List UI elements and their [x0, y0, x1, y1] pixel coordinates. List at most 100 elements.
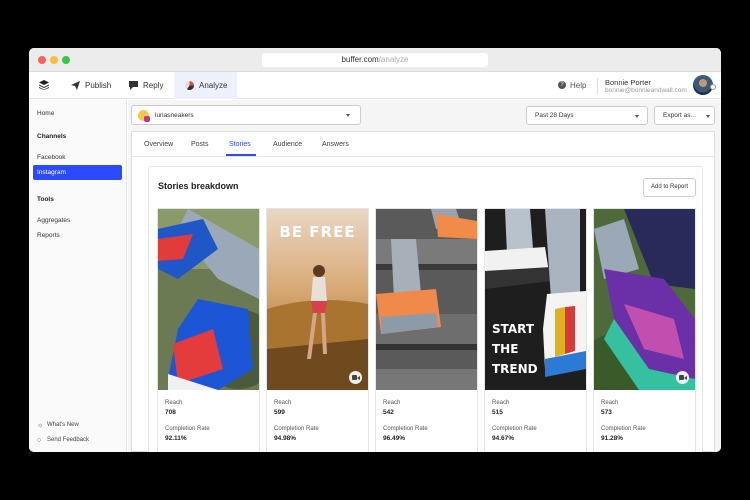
reach-label: Reach: [274, 400, 292, 406]
tab-overview[interactable]: Overview: [144, 141, 173, 148]
sidebar: Home Channels Facebook Instagram Tools A…: [29, 100, 127, 452]
date-range-value: Past 28 Days: [535, 112, 574, 119]
profile-selector[interactable]: lunasneakers: [131, 105, 361, 125]
completion-rate-value: 96.49%: [383, 435, 406, 442]
publish-icon: [71, 81, 80, 90]
story-image[interactable]: START THE TREND: [485, 209, 586, 390]
url-path: /analyze: [378, 55, 409, 64]
close-window-button[interactable]: [38, 56, 46, 64]
story-overlay-text: BE FREE: [279, 223, 356, 241]
sidebar-item-home[interactable]: Home: [37, 110, 54, 117]
reach-value: 542: [383, 409, 394, 416]
reach-label: Reach: [601, 400, 619, 406]
story-card[interactable]: Reach 573 Completion Rate 91.28%: [593, 208, 696, 452]
nav-reply[interactable]: Reply: [129, 72, 163, 99]
analyze-icon: [185, 81, 194, 90]
story-image-colorful-shoe: [594, 209, 695, 390]
chevron-down-icon: [346, 114, 350, 117]
story-card[interactable]: START THE TREND Reach 515 Completion Rat…: [484, 208, 587, 452]
help-link[interactable]: ? Help: [558, 72, 586, 99]
active-tab-indicator: [226, 154, 256, 156]
whats-new-label: What's New: [47, 422, 79, 428]
tab-stories[interactable]: Stories: [229, 141, 251, 148]
nav-publish-label: Publish: [85, 81, 112, 90]
completion-rate-value: 94.98%: [274, 435, 297, 442]
sidebar-item-facebook[interactable]: Facebook: [37, 154, 66, 161]
story-image[interactable]: [158, 209, 259, 390]
completion-rate-value: 91.28%: [601, 435, 624, 442]
feedback-icon: ○: [37, 437, 42, 444]
main-area: lunasneakers Past 28 Days Export as... O…: [128, 100, 721, 452]
completion-rate-value: 92.11%: [165, 435, 187, 442]
story-image-stairs-shoes: [376, 209, 477, 390]
completion-rate-label: Completion Rate: [601, 426, 646, 432]
send-feedback-label: Send Feedback: [47, 437, 90, 443]
tab-answers[interactable]: Answers: [322, 141, 349, 148]
nav-analyze-label: Analyze: [199, 81, 228, 90]
send-feedback-link[interactable]: ○ Send Feedback: [37, 437, 90, 444]
reach-value: 599: [274, 409, 285, 416]
title-bar: buffer.com/analyze: [29, 48, 721, 72]
story-image[interactable]: BE FREE: [267, 209, 368, 390]
buffer-logo-icon[interactable]: [39, 80, 49, 90]
url-host: buffer.com: [341, 55, 379, 64]
minimize-window-button[interactable]: [50, 56, 58, 64]
reach-value: 573: [601, 409, 612, 416]
stories-breakdown-title: Stories breakdown: [158, 181, 239, 191]
content-panel: Overview Posts Stories Audience Answers …: [131, 131, 715, 452]
instagram-badge-icon: [144, 116, 150, 122]
story-image[interactable]: [594, 209, 695, 390]
reach-label: Reach: [165, 400, 183, 406]
story-card[interactable]: BE FREE Reach 599 Completion Rate 94.98%: [266, 208, 369, 452]
completion-rate-label: Completion Rate: [165, 426, 210, 432]
nav-publish[interactable]: Publish: [71, 72, 111, 99]
maximize-window-button[interactable]: [62, 56, 70, 64]
nav-reply-label: Reply: [143, 81, 164, 90]
story-overlay-text: START THE TREND: [492, 322, 538, 376]
user-name: Bonnie Porter: [605, 78, 651, 87]
video-camera-icon: [676, 371, 689, 384]
tab-audience[interactable]: Audience: [273, 141, 302, 148]
account-menu-icon[interactable]: [710, 84, 716, 90]
profile-selector-value: lunasneakers: [155, 112, 194, 119]
sidebar-heading-channels: Channels: [37, 133, 67, 140]
story-card[interactable]: Reach 542 Completion Rate 96.49%: [375, 208, 478, 452]
nav-divider: [597, 78, 598, 94]
date-range-selector[interactable]: Past 28 Days: [526, 106, 648, 125]
nav-analyze[interactable]: Analyze: [174, 72, 237, 99]
completion-rate-value: 94.67%: [492, 435, 515, 442]
top-navigation: Publish Reply Analyze ? Help Bonnie Port…: [29, 72, 721, 99]
help-label: Help: [570, 81, 587, 90]
sidebar-item-instagram-label: Instagram: [37, 169, 66, 176]
reply-icon: [129, 81, 138, 90]
sidebar-item-aggregates[interactable]: Aggregates: [37, 217, 70, 224]
sidebar-item-instagram[interactable]: Instagram: [33, 165, 122, 180]
add-to-report-button[interactable]: Add to Report: [643, 178, 696, 197]
story-card[interactable]: Reach 708 Completion Rate 92.11%: [157, 208, 260, 452]
story-image[interactable]: [376, 209, 477, 390]
sidebar-heading-tools: Tools: [37, 196, 54, 203]
chevron-down-icon: [706, 115, 710, 118]
completion-rate-label: Completion Rate: [274, 426, 319, 432]
reach-label: Reach: [383, 400, 401, 406]
completion-rate-label: Completion Rate: [383, 426, 428, 432]
export-value: Export as...: [663, 112, 696, 119]
chevron-down-icon: [635, 115, 639, 118]
whats-new-link[interactable]: ☼ What's New: [37, 422, 79, 429]
video-camera-icon: [349, 371, 362, 384]
reach-value: 708: [165, 409, 176, 416]
completion-rate-label: Completion Rate: [492, 426, 537, 432]
tab-posts[interactable]: Posts: [191, 141, 209, 148]
stories-breakdown-panel: Stories breakdown Add to Report Reach 70…: [148, 166, 703, 452]
browser-window: buffer.com/analyze Publish Reply Analyze…: [29, 48, 721, 452]
tab-bar: Overview Posts Stories Audience Answers: [132, 132, 714, 157]
address-bar[interactable]: buffer.com/analyze: [262, 53, 488, 67]
story-image-sneakers-blue: [158, 209, 259, 390]
sidebar-item-reports[interactable]: Reports: [37, 232, 60, 239]
reach-label: Reach: [492, 400, 510, 406]
user-email: bonnie@bonnieandwall.com: [605, 87, 687, 94]
reach-value: 515: [492, 409, 503, 416]
lightbulb-icon: ☼: [37, 422, 44, 429]
export-selector[interactable]: Export as...: [654, 106, 715, 125]
help-icon: ?: [558, 81, 566, 89]
